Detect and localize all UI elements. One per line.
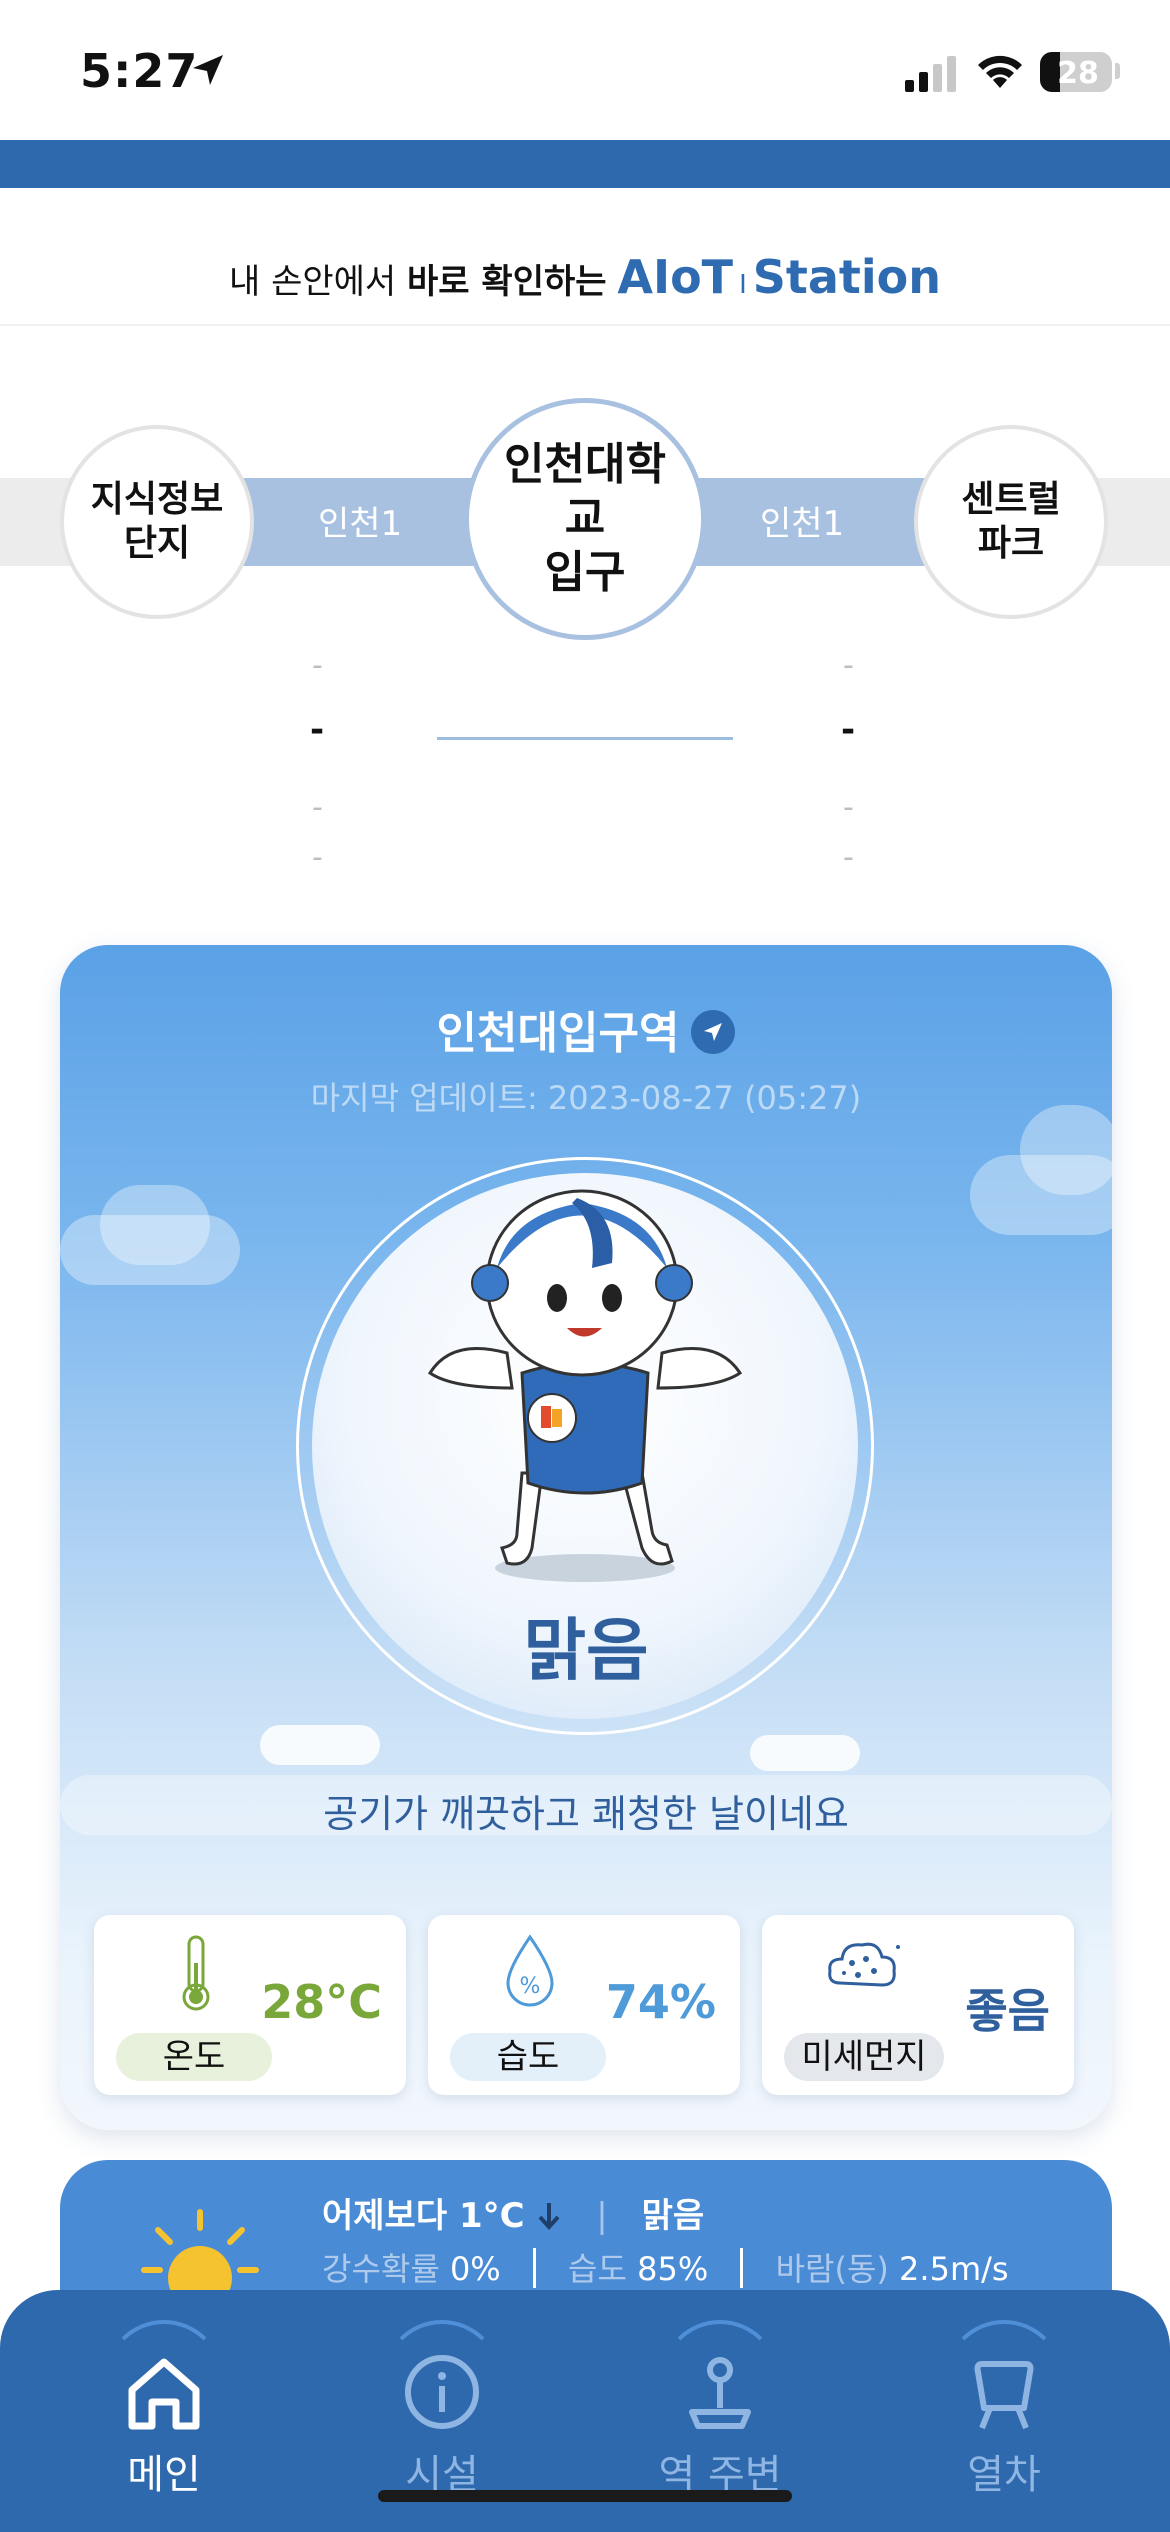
battery-icon: 28: [1040, 52, 1112, 92]
arrow-down-icon: [536, 2196, 562, 2236]
wifi-icon: [978, 55, 1022, 88]
air-quality-card: 인천대입구역 마지막 업데이트: 2023-08-27 (05:27) 맑음 공…: [60, 945, 1112, 2130]
status-time: 5:27: [80, 44, 199, 98]
tab-main[interactable]: 메인: [64, 2320, 264, 2520]
header-band: [0, 140, 1170, 188]
water-drop-icon: %: [506, 1934, 554, 2007]
station-current[interactable]: 인천대학교 입구: [464, 398, 706, 640]
last-updated: 마지막 업데이트: 2023-08-27 (05:27): [310, 1079, 862, 1117]
air-status: 맑음: [523, 1612, 649, 1691]
arrival-left-4: -: [312, 840, 323, 875]
home-icon: [128, 2358, 200, 2430]
cellular-signal-icon: [905, 56, 956, 92]
location-arrow-icon: [193, 55, 223, 85]
home-indicator[interactable]: [378, 2490, 792, 2502]
metric-fine-dust: 좋음 미세먼지: [762, 1915, 1074, 2095]
air-message: 공기가 깨끗하고 쾌청한 날이네요: [323, 1792, 849, 1836]
thermometer-icon: [182, 1935, 210, 2011]
tab-train[interactable]: 열차: [904, 2320, 1104, 2520]
info-icon: [405, 2355, 479, 2429]
station-weather-title: 인천대입구역: [60, 997, 1112, 1061]
station-next[interactable]: 센트럴 파크: [914, 425, 1108, 619]
arrival-right-3: -: [843, 790, 854, 825]
app-tagline: 내 손안에서 바로 확인하는 AIoT I Station: [228, 250, 942, 304]
arrival-right-1: -: [843, 648, 854, 683]
svg-text:%: %: [520, 1974, 541, 1999]
divider: [0, 324, 1170, 326]
arrival-divider: [437, 737, 733, 740]
navigation-icon[interactable]: [691, 1010, 736, 1054]
metric-humidity: % 74% 습도: [428, 1915, 740, 2095]
line-label-left: 인천1: [318, 504, 403, 544]
status-bar: 5:27 28: [0, 0, 1170, 140]
arrival-left-3: -: [312, 790, 323, 825]
arrival-right-4: -: [843, 840, 854, 875]
weather-details: 강수확률 0% 습도 85% 바람(동) 2.5m/s: [322, 2248, 1009, 2288]
location-pin-icon: [689, 2357, 751, 2429]
arrival-left-2: -: [310, 710, 325, 750]
metric-temperature: 28°C 온도: [94, 1915, 406, 2095]
arrival-left-1: -: [312, 648, 323, 683]
station-prev[interactable]: 지식정보 단지: [60, 425, 254, 619]
line-label-right: 인천1: [760, 504, 845, 544]
arrival-right-2: -: [841, 710, 856, 750]
train-icon: [974, 2361, 1034, 2430]
dust-cloud-icon: [828, 1942, 900, 1987]
weather-summary: 어제보다 1°C | 맑음: [322, 2196, 705, 2236]
